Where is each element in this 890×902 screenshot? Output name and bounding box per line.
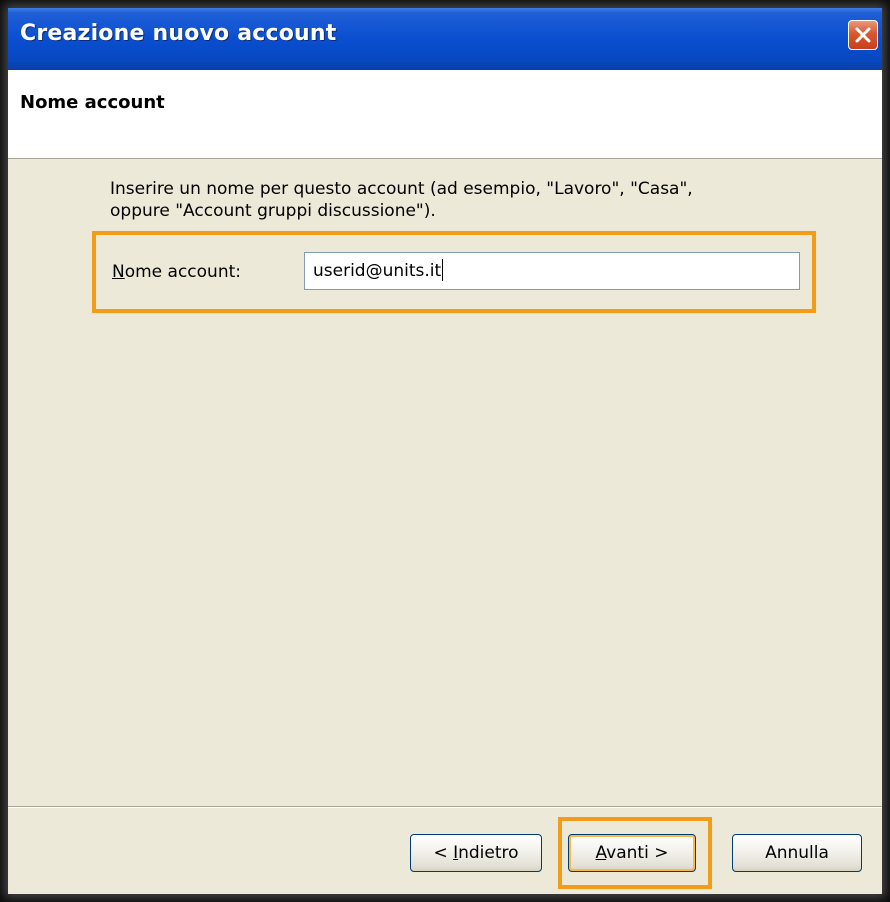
text-caret bbox=[442, 259, 444, 281]
back-prefix: < bbox=[433, 843, 454, 863]
close-icon bbox=[855, 27, 871, 43]
account-name-input[interactable]: userid@units.it bbox=[304, 252, 800, 290]
label-mnemonic: N bbox=[112, 262, 125, 282]
cancel-button[interactable]: Annulla bbox=[732, 834, 862, 872]
back-button[interactable]: < Indietro bbox=[410, 834, 542, 872]
instructions-text: Inserire un nome per questo account (ad … bbox=[110, 178, 790, 222]
next-button[interactable]: Avanti > bbox=[568, 834, 696, 872]
instructions-line-2: oppure "Account gruppi discussione"). bbox=[110, 201, 436, 221]
instructions-line-1: Inserire un nome per questo account (ad … bbox=[110, 179, 693, 199]
window-title: Creazione nuovo account bbox=[20, 21, 337, 46]
page-title: Nome account bbox=[20, 92, 165, 113]
next-label: vanti > bbox=[606, 843, 669, 863]
back-label: ndietro bbox=[458, 843, 519, 863]
account-wizard-window: Creazione nuovo account Nome account Ins… bbox=[8, 8, 882, 894]
account-name-value: userid@units.it bbox=[313, 261, 442, 281]
account-name-label: Nome account: bbox=[112, 262, 241, 282]
title-bar[interactable]: Creazione nuovo account bbox=[8, 8, 882, 70]
footer-divider bbox=[8, 806, 882, 808]
next-mnemonic: A bbox=[595, 843, 607, 863]
label-text: ome account: bbox=[124, 262, 241, 282]
close-button[interactable] bbox=[848, 20, 878, 50]
wizard-header: Nome account bbox=[8, 70, 882, 159]
